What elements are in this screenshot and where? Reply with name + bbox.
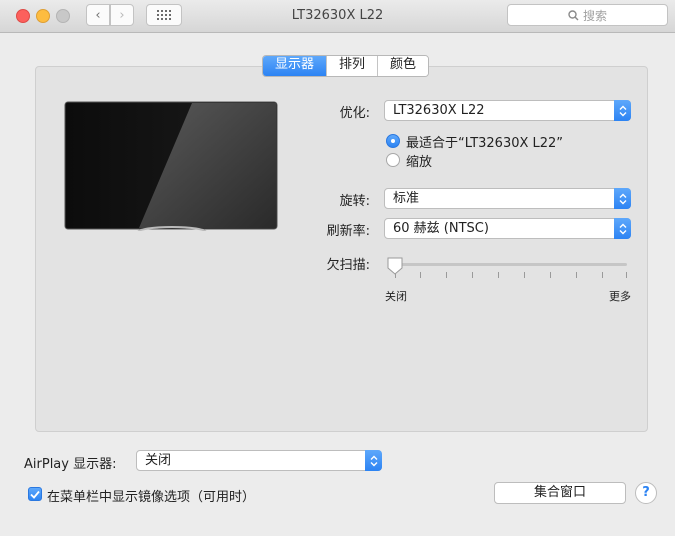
- gather-windows-button[interactable]: 集合窗口: [494, 482, 626, 504]
- refresh-rate-select[interactable]: 60 赫兹 (NTSC): [384, 218, 631, 239]
- help-button[interactable]: ?: [635, 482, 657, 504]
- system-preferences-window: ‹ › LT32630X L22 搜索 显示器 排列 颜色 优化: LT3263…: [0, 0, 675, 536]
- slider-tick: [524, 272, 525, 278]
- tab-display[interactable]: 显示器: [263, 56, 328, 76]
- mirror-option-label: 在菜单栏中显示镜像选项（可用时）: [47, 490, 256, 505]
- slider-tick: [550, 272, 551, 278]
- radio-scaled[interactable]: [386, 153, 400, 167]
- tab-arrangement[interactable]: 排列: [327, 56, 379, 76]
- radio-best-for-display[interactable]: [386, 134, 400, 148]
- slider-tick: [446, 272, 447, 278]
- slider-tick: [498, 272, 499, 278]
- rotation-select[interactable]: 标准: [384, 188, 631, 209]
- slider-tick: [472, 272, 473, 278]
- updown-arrows-icon: [614, 100, 631, 121]
- refresh-rate-value: 60 赫兹 (NTSC): [393, 221, 489, 236]
- underscan-min-label: 关闭: [385, 290, 407, 303]
- optimize-select[interactable]: LT32630X L22: [384, 100, 631, 121]
- tab-bar: 显示器 排列 颜色: [262, 55, 430, 77]
- radio-best-for-display-label: 最适合于“LT32630X L22”: [406, 136, 564, 151]
- airplay-select[interactable]: 关闭: [136, 450, 382, 471]
- radio-scaled-label: 缩放: [406, 155, 433, 170]
- slider-tick: [602, 272, 603, 278]
- rotation-value: 标准: [393, 191, 420, 206]
- updown-arrows-icon: [614, 218, 631, 239]
- search-input[interactable]: 搜索: [507, 4, 668, 26]
- title-bar: ‹ › LT32630X L22 搜索: [0, 0, 675, 33]
- updown-arrows-icon: [365, 450, 382, 471]
- airplay-label: AirPlay 显示器:: [24, 457, 117, 472]
- checkmark-icon: [30, 490, 40, 499]
- slider-tick: [420, 272, 421, 278]
- refresh-rate-label: 刷新率:: [326, 224, 370, 239]
- underscan-max-label: 更多: [609, 290, 631, 303]
- rotation-label: 旋转:: [339, 194, 370, 209]
- monitor-icon: [64, 101, 278, 231]
- slider-tick: [576, 272, 577, 278]
- search-placeholder: 搜索: [582, 8, 607, 23]
- airplay-value: 关闭: [145, 453, 172, 468]
- mirror-option-checkbox[interactable]: [28, 487, 42, 501]
- optimize-value: LT32630X L22: [393, 103, 485, 118]
- tab-color[interactable]: 颜色: [378, 56, 429, 76]
- underscan-label: 欠扫描:: [326, 258, 370, 273]
- search-icon: [568, 9, 579, 20]
- optimize-label: 优化:: [339, 106, 370, 121]
- underscan-slider-track[interactable]: [393, 263, 627, 266]
- updown-arrows-icon: [614, 188, 631, 209]
- slider-tick: [626, 272, 627, 278]
- underscan-slider-knob[interactable]: [386, 256, 404, 276]
